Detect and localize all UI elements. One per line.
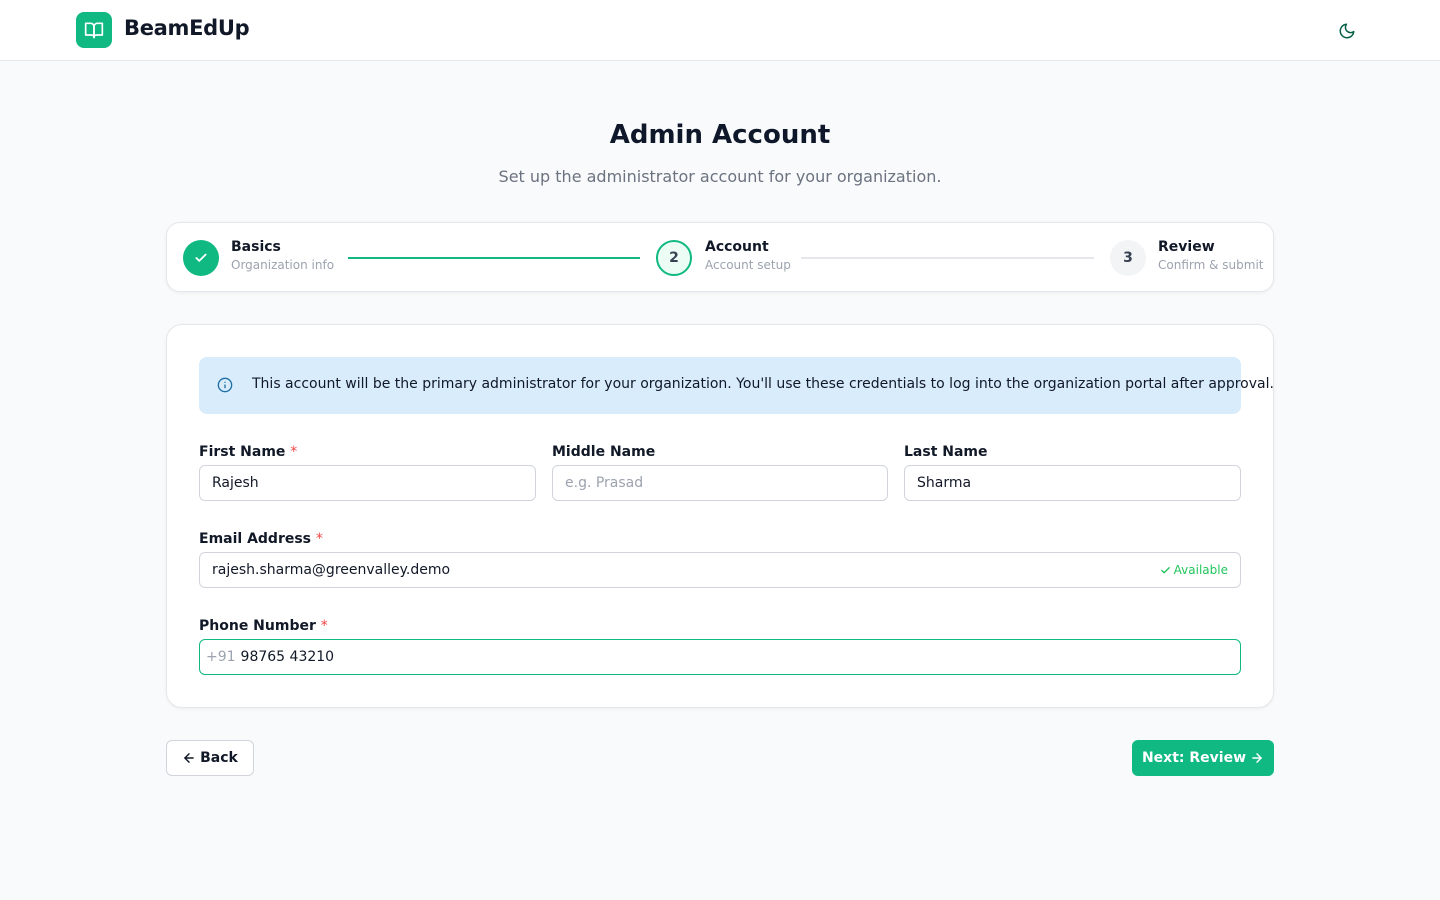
step-account-subtitle: Account setup [705,258,791,272]
phone-label: Phone Number * [199,618,328,634]
step-connector-pending [801,257,1094,259]
email-label: Email Address * [199,531,323,547]
arrow-right-icon [1252,753,1262,763]
first-name-label-text: First Name [199,444,286,460]
progress-stepper: Basics Organization info 2 Account Accou… [166,222,1274,292]
info-icon [217,377,233,393]
step-account-title: Account [705,239,769,255]
page-title: Admin Account [609,120,831,150]
required-mark: * [290,444,298,460]
email-value: rajesh.sharma@greenvalley.demo [212,562,451,578]
book-open-icon[interactable] [76,12,112,48]
phone-input[interactable]: +91 98765 43210 [199,639,1241,675]
check-icon [1160,566,1170,573]
step-basics-subtitle: Organization info [231,258,335,272]
phone-value: 98765 43210 [240,649,335,665]
step-account-number: 2 [656,240,692,276]
email-availability-text: Available [1173,563,1228,577]
theme-toggle-button[interactable] [1334,18,1360,44]
brand-name[interactable]: BeamEdUp [124,16,250,40]
step-review-number: 3 [1110,240,1146,276]
next-review-button[interactable]: Next: Review [1132,740,1274,776]
last-name-value: Sharma [917,475,972,491]
last-name-label: Last Name [904,444,988,460]
middle-name-label: Middle Name [552,444,656,460]
info-banner-text: This account will be the primary adminis… [252,376,1274,392]
first-name-label: First Name * [199,444,297,460]
phone-country-prefix: +91 [206,649,236,665]
first-name-value: Rajesh [212,475,259,491]
page-subtitle: Set up the administrator account for you… [498,167,942,186]
middle-name-placeholder: e.g. Prasad [565,475,644,491]
step-connector-completed [348,257,640,259]
first-name-input[interactable]: Rajesh [199,465,536,501]
arrow-left-icon [184,753,194,763]
required-mark: * [320,618,328,634]
step-review-title: Review [1158,239,1215,255]
required-mark: * [315,531,323,547]
top-header: BeamEdUp [0,0,1440,61]
admin-account-form: This account will be the primary adminis… [166,324,1274,708]
phone-label-text: Phone Number [199,618,316,634]
email-label-text: Email Address [199,531,312,547]
step-basics-title: Basics [231,239,281,255]
back-button-label: Back [200,750,238,766]
back-button[interactable]: Back [166,740,254,776]
email-availability-status: Available [1160,563,1228,577]
info-banner: This account will be the primary adminis… [199,357,1274,414]
step-review-subtitle: Confirm & submit [1158,258,1264,272]
email-input[interactable]: rajesh.sharma@greenvalley.demo Available [199,552,1241,588]
middle-name-input[interactable]: e.g. Prasad [552,465,888,501]
moon-icon [1339,23,1355,39]
last-name-input[interactable]: Sharma [904,465,1241,501]
next-button-label: Next: Review [1141,750,1247,766]
step-basics-check-icon [183,240,219,276]
